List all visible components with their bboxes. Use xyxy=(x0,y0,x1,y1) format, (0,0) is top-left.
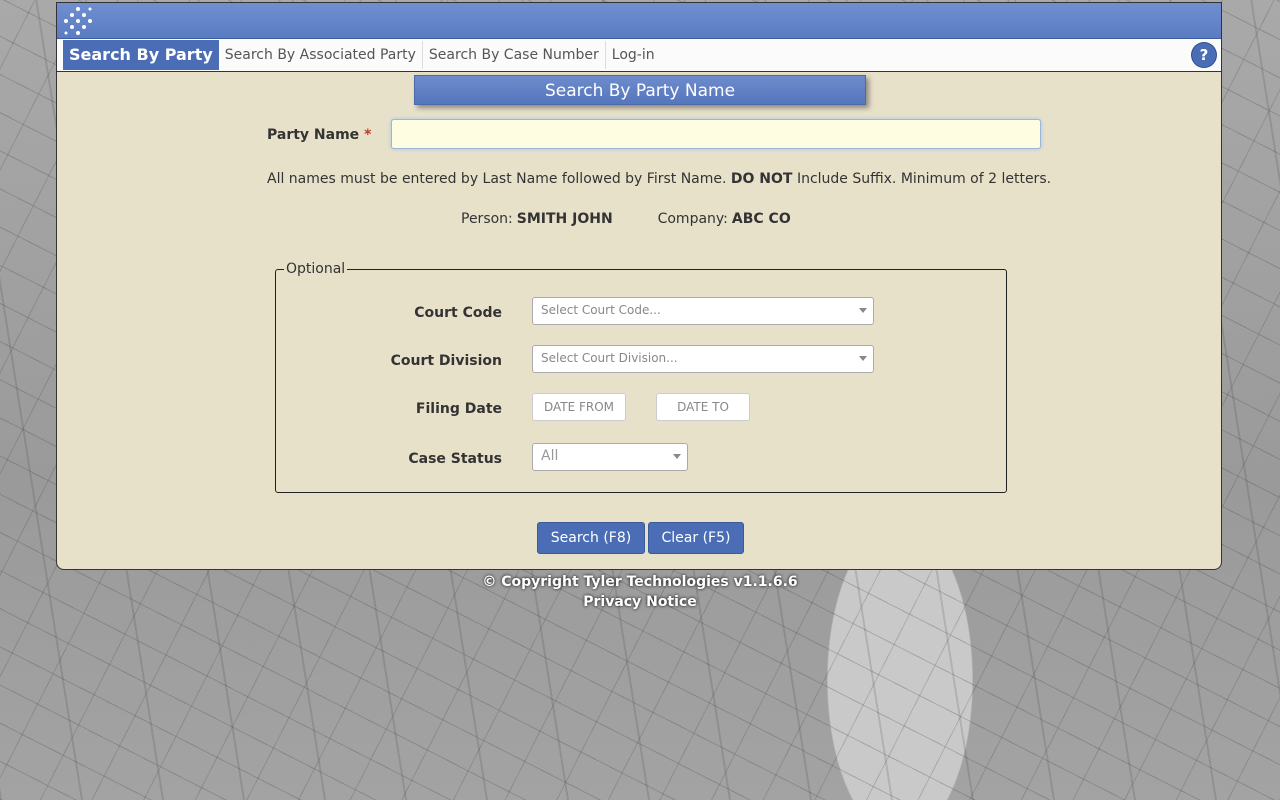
hint-text-2: Include Suffix. Minimum of 2 letters. xyxy=(796,171,1052,187)
copyright-text: © Copyright Tyler Technologies v1.1.6.6 xyxy=(482,574,798,590)
name-format-hint: All names must be entered by Last Name f… xyxy=(267,171,1051,187)
party-name-label-text: Party Name xyxy=(267,127,360,143)
case-status-label: Case Status xyxy=(408,451,502,467)
chevron-down-icon xyxy=(859,356,867,361)
company-example-value: ABC CO xyxy=(731,211,791,227)
hint-text-bold: DO NOT xyxy=(730,171,793,187)
required-marker: * xyxy=(364,127,372,143)
company-example-label: Company: xyxy=(657,211,728,227)
clear-button[interactable]: Clear (F5) xyxy=(648,522,744,554)
person-example-label: Person: xyxy=(461,211,513,227)
tab-log-in[interactable]: Log-in xyxy=(606,41,661,69)
tab-search-by-party[interactable]: Search By Party xyxy=(63,40,219,70)
privacy-notice-text[interactable]: Privacy Notice xyxy=(583,594,696,610)
nav-tabs: Search By Party Search By Associated Par… xyxy=(57,39,1221,72)
party-name-input[interactable] xyxy=(391,119,1041,149)
court-code-select[interactable]: Select Court Code... xyxy=(532,297,874,325)
court-division-label: Court Division xyxy=(390,353,502,369)
case-status-select[interactable]: All xyxy=(532,443,688,471)
name-examples: Person: SMITH JOHN Company: ABC CO xyxy=(461,211,791,227)
hint-text-1: All names must be entered by Last Name f… xyxy=(267,171,727,187)
privacy-notice-link[interactable]: Privacy Notice xyxy=(0,594,1280,610)
header-bar xyxy=(57,3,1221,39)
court-division-select[interactable]: Select Court Division... xyxy=(532,345,874,373)
case-status-value: All xyxy=(541,448,559,464)
date-to-input[interactable]: DATE TO xyxy=(656,393,750,421)
app-logo-icon[interactable] xyxy=(63,6,93,36)
search-panel: Search By Party Search By Associated Par… xyxy=(56,2,1222,570)
party-name-label: Party Name * xyxy=(267,127,371,143)
filing-date-label: Filing Date xyxy=(415,401,502,417)
chevron-down-icon xyxy=(859,308,867,313)
search-button[interactable]: Search (F8) xyxy=(537,522,645,554)
tab-search-by-associated-party[interactable]: Search By Associated Party xyxy=(219,41,423,69)
chevron-down-icon xyxy=(673,454,681,459)
form-title: Search By Party Name xyxy=(414,75,866,105)
tab-search-by-case-number[interactable]: Search By Case Number xyxy=(423,41,606,69)
court-code-label: Court Code xyxy=(414,305,502,321)
court-code-placeholder: Select Court Code... xyxy=(541,303,661,317)
date-from-input[interactable]: DATE FROM xyxy=(532,393,626,421)
help-icon[interactable]: ? xyxy=(1192,43,1216,67)
optional-legend: Optional xyxy=(286,261,346,277)
optional-fieldset: Optional Court Code Select Court Code...… xyxy=(275,261,1007,493)
court-division-placeholder: Select Court Division... xyxy=(541,351,678,365)
person-example-value: SMITH JOHN xyxy=(516,211,613,227)
